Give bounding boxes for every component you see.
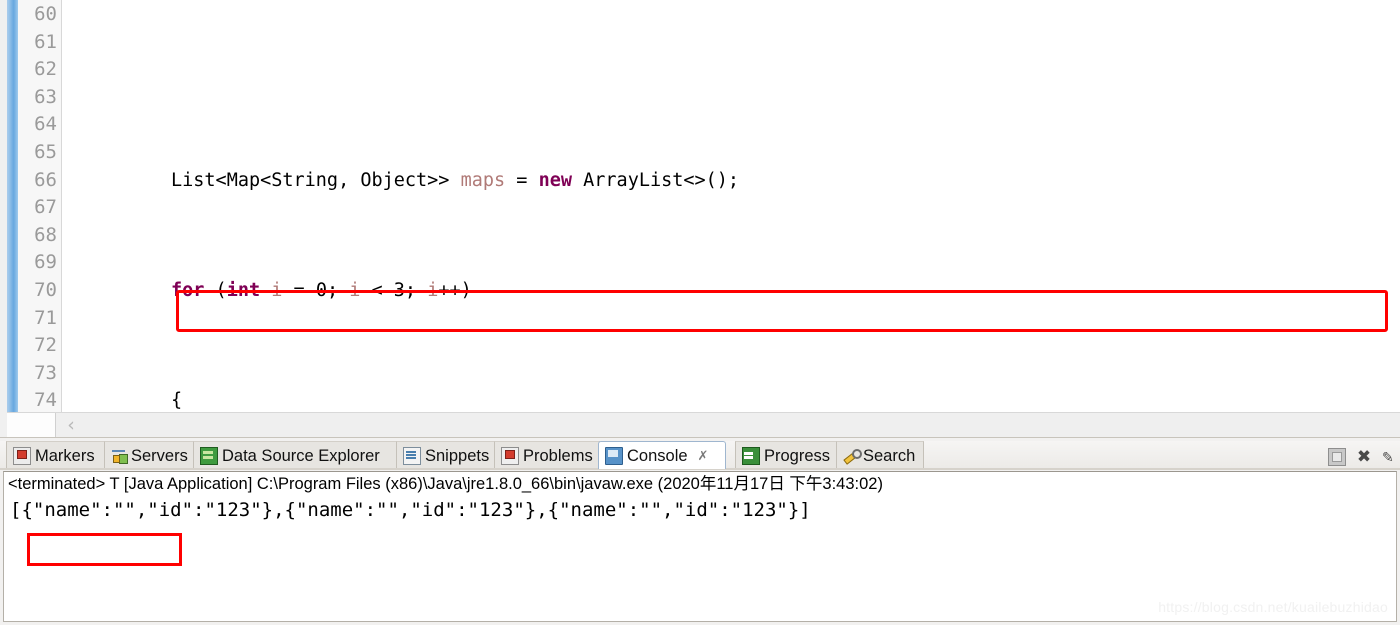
bottom-view-panel: Markers Servers Data Source Explorer Sni… (0, 437, 1400, 625)
tab-snippets[interactable]: Snippets (396, 441, 496, 469)
watermark-text: https://blog.csdn.net/kuailebuzhidao (1158, 599, 1388, 615)
console-output-line: [{"name":"","id":"123"},{"name":"","id":… (10, 499, 811, 521)
tab-problems[interactable]: Problems (494, 441, 600, 469)
search-icon (843, 448, 862, 464)
markers-icon (13, 446, 31, 465)
database-icon (200, 446, 218, 465)
tab-servers[interactable]: Servers (104, 441, 195, 469)
line-number: 74 (34, 389, 57, 412)
line-number: 62 (34, 58, 57, 81)
tab-label: Data Source Explorer (222, 446, 380, 465)
line-number: 71 (34, 306, 57, 329)
code-line-62[interactable]: for (int i = 0; i < 3; i++) (63, 277, 1400, 305)
line-number: 64 (34, 113, 57, 136)
line-number: 69 (34, 251, 57, 274)
tab-label: Snippets (425, 446, 490, 465)
editor-horizontal-scrollbar[interactable]: ‹ (7, 412, 1400, 437)
code-line-63[interactable]: { (63, 387, 1400, 413)
line-number-gutter: 60 61 62 63 64 65 66 67 68 69 70 71 72 7… (24, 0, 62, 412)
problems-icon (501, 446, 519, 465)
scrollbar-thumb[interactable] (7, 413, 56, 437)
tab-console[interactable]: Console ✗ (598, 441, 726, 469)
console-output-area[interactable]: <terminated> T [Java Application] C:\Pro… (3, 471, 1397, 622)
close-icon[interactable]: ✗ (698, 448, 709, 464)
annotation-overview-ruler[interactable] (7, 0, 18, 412)
line-number: 61 (34, 30, 57, 53)
line-number: 60 (34, 3, 57, 25)
tab-label: Problems (523, 446, 593, 465)
line-number: 67 (34, 196, 57, 219)
tab-label: Console (627, 446, 688, 465)
console-toolbar: ✖ ✎ (1328, 444, 1400, 470)
view-tab-bar: Markers Servers Data Source Explorer Sni… (0, 441, 1400, 469)
tab-progress[interactable]: Progress (735, 441, 838, 469)
progress-icon (742, 446, 760, 465)
line-number: 68 (34, 223, 57, 246)
console-icon (605, 446, 623, 465)
line-number: 72 (34, 334, 57, 357)
code-line-61[interactable]: List<Map<String, Object>> maps = new Arr… (63, 167, 1400, 195)
tab-markers[interactable]: Markers (6, 441, 106, 469)
tab-label: Search (863, 446, 916, 465)
tab-label: Progress (764, 446, 831, 465)
remove-all-icon[interactable]: ✖ (1356, 449, 1372, 466)
terminate-icon[interactable] (1328, 448, 1346, 466)
chevron-left-icon[interactable]: ‹ (62, 416, 80, 435)
servers-icon (111, 448, 127, 464)
console-process-line: <terminated> T [Java Application] C:\Pro… (8, 475, 883, 493)
tab-search[interactable]: Search (836, 441, 924, 469)
line-number: 63 (34, 85, 57, 108)
code-line-60[interactable] (63, 56, 1400, 84)
tab-label: Servers (131, 446, 188, 465)
line-number: 66 (34, 168, 57, 191)
tab-label: Markers (35, 446, 95, 465)
line-number: 73 (34, 361, 57, 384)
code-editor-pane: 60 61 62 63 64 65 66 67 68 69 70 71 72 7… (0, 0, 1400, 437)
snippets-icon (403, 446, 421, 465)
tab-data-source-explorer[interactable]: Data Source Explorer (193, 441, 398, 469)
source-code-text[interactable]: List<Map<String, Object>> maps = new Arr… (63, 0, 1400, 413)
line-number: 65 (34, 140, 57, 163)
red-highlight-box-console (27, 533, 182, 566)
pin-console-icon[interactable]: ✎ (1382, 449, 1398, 465)
line-number: 70 (34, 278, 57, 301)
